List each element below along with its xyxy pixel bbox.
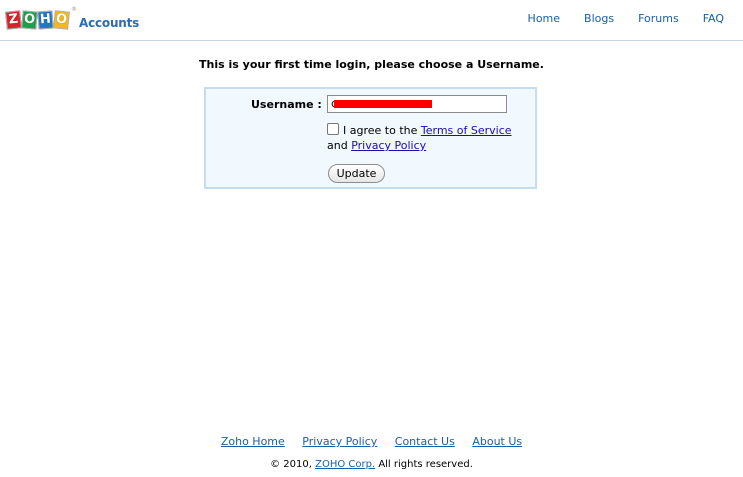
nav-link-blogs[interactable]: Blogs <box>584 12 614 25</box>
redaction-bar <box>334 100 432 108</box>
update-button[interactable]: Update <box>328 164 385 183</box>
top-nav: Home Blogs Forums FAQ <box>504 12 724 25</box>
terms-agreement: I agree to the Terms of Service and Priv… <box>327 123 527 153</box>
zoho-corp-link[interactable]: ZOHO Corp. <box>315 459 375 470</box>
privacy-policy-link[interactable]: Privacy Policy <box>351 139 426 152</box>
footer-link-privacy-policy[interactable]: Privacy Policy <box>302 435 377 448</box>
footer-links: Zoho Home Privacy Policy Contact Us Abou… <box>0 435 743 448</box>
username-label: Username : <box>251 98 322 111</box>
footer-link-about-us[interactable]: About Us <box>472 435 522 448</box>
logo-letter: H <box>37 10 54 30</box>
terms-of-service-link[interactable]: Terms of Service <box>421 124 512 137</box>
nav-link-home[interactable]: Home <box>528 12 560 25</box>
logo-letter: Z <box>5 10 22 30</box>
copyright: © 2010, ZOHO Corp. All rights reserved. <box>0 459 743 470</box>
header: Z O H O ® Accounts Home Blogs Forums FAQ <box>0 0 743 41</box>
logo-letter: O <box>21 10 38 30</box>
registered-mark: ® <box>71 6 77 13</box>
zoho-logo-tiles: Z O H O <box>5 8 70 30</box>
username-form: Username : c I agree to the Terms of Ser… <box>204 87 537 189</box>
zoho-accounts-logo[interactable]: Z O H O ® Accounts <box>5 6 140 34</box>
and-text: and <box>327 139 348 152</box>
page-instruction: This is your first time login, please ch… <box>199 58 544 71</box>
logo-product-name: Accounts <box>79 16 140 30</box>
copyright-prefix: © 2010, <box>270 459 312 470</box>
footer-link-zoho-home[interactable]: Zoho Home <box>221 435 285 448</box>
username-input[interactable]: c <box>327 95 507 113</box>
logo-letter: O <box>53 10 70 30</box>
page: Z O H O ® Accounts Home Blogs Forums FAQ… <box>0 0 743 477</box>
nav-link-faq[interactable]: FAQ <box>703 12 724 25</box>
agree-checkbox[interactable] <box>327 123 339 135</box>
agree-prefix-text: I agree to the <box>343 124 418 137</box>
nav-link-forums[interactable]: Forums <box>638 12 679 25</box>
footer-link-contact-us[interactable]: Contact Us <box>395 435 455 448</box>
copyright-suffix: All rights reserved. <box>378 459 473 470</box>
